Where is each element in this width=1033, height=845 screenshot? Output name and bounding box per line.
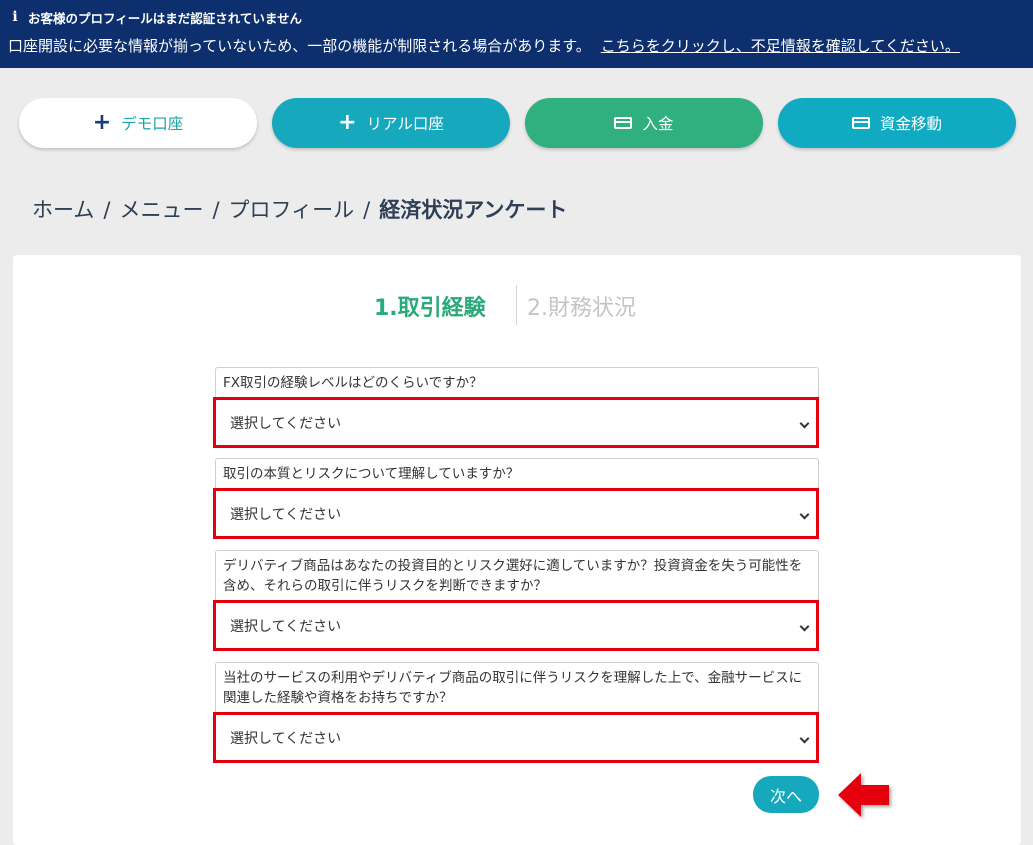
notice-message: 口座開設に必要な情報が揃っていないため、一部の機能が制限される場合があります。 xyxy=(8,37,591,55)
real-account-button[interactable]: + リアル口座 xyxy=(272,98,510,148)
select-value: 選択してください xyxy=(230,415,342,432)
demo-account-button[interactable]: + デモ口座 xyxy=(19,98,257,148)
select-value: 選択してください xyxy=(230,618,342,635)
question-fx-experience: FX取引の経験レベルはどのくらいですか？ 選択してください xyxy=(213,367,819,448)
fx-experience-select[interactable]: 選択してください xyxy=(213,397,819,448)
chevron-down-icon xyxy=(799,733,810,744)
red-arrow-pointer-icon xyxy=(838,773,889,817)
step-divider xyxy=(516,285,517,325)
deposit-label: 入金 xyxy=(642,115,674,133)
question-risk-understanding: 取引の本質とリスクについて理解していますか？ 選択してください xyxy=(213,458,819,539)
deposit-button[interactable]: 入金 xyxy=(525,98,763,148)
credit-card-icon xyxy=(851,117,870,129)
questionnaire-panel: 1.取引経験 2.財務状況 FX取引の経験レベルはどのくらいですか？ 選択してく… xyxy=(13,255,1021,845)
plus-icon: + xyxy=(338,110,357,135)
fund-transfer-label: 資金移動 xyxy=(879,115,942,133)
breadcrumb-current: 経済状況アンケート xyxy=(379,198,568,222)
risk-understanding-select[interactable]: 選択してください xyxy=(213,488,819,539)
select-value: 選択してください xyxy=(230,506,342,523)
question-label: FX取引の経験レベルはどのくらいですか？ xyxy=(215,367,819,397)
breadcrumb: ホーム / メニュー / プロフィール / 経済状況アンケート xyxy=(32,194,567,224)
chevron-down-icon xyxy=(799,509,810,520)
step-indicator: 1.取引経験 2.財務状況 xyxy=(13,285,1021,329)
profile-notice-banner: i お客様のプロフィールはまだ認証されていません 口座開設に必要な情報が揃ってい… xyxy=(0,0,1033,68)
question-label: デリバティブ商品はあなたの投資目的とリスク選好に適していますか？投資資金を失う可… xyxy=(215,550,819,600)
plus-icon: + xyxy=(92,110,112,135)
question-label: 取引の本質とリスクについて理解していますか？ xyxy=(215,458,819,488)
real-account-label: リアル口座 xyxy=(366,115,444,133)
question-qualifications: 当社のサービスの利用やデリバティブ商品の取引に伴うリスクを理解した上で、金融サー… xyxy=(213,662,819,763)
breadcrumb-home[interactable]: ホーム xyxy=(32,198,94,222)
info-icon: i xyxy=(12,9,18,25)
step-trading-experience: 1.取引経験 xyxy=(374,296,486,321)
breadcrumb-profile[interactable]: プロフィール xyxy=(229,198,355,222)
next-button[interactable]: 次へ xyxy=(753,776,819,813)
chevron-down-icon xyxy=(799,418,810,429)
question-derivative-suitability: デリバティブ商品はあなたの投資目的とリスク選好に適していますか？投資資金を失う可… xyxy=(213,550,819,651)
breadcrumb-separator: / xyxy=(363,198,371,222)
missing-info-link[interactable]: こちらをクリックし、不足情報を確認してください。 xyxy=(601,37,960,55)
breadcrumb-separator: / xyxy=(103,198,111,222)
fund-transfer-button[interactable]: 資金移動 xyxy=(778,98,1016,148)
credit-card-icon xyxy=(614,117,633,129)
breadcrumb-separator: / xyxy=(212,198,220,222)
notice-title-row: i お客様のプロフィールはまだ認証されていません xyxy=(8,7,1025,27)
demo-account-label: デモ口座 xyxy=(121,115,184,133)
action-buttons: + デモ口座 + リアル口座 入金 資金移動 xyxy=(19,98,1016,150)
derivative-suitability-select[interactable]: 選択してください xyxy=(213,600,819,651)
breadcrumb-menu[interactable]: メニュー xyxy=(119,198,203,222)
notice-body: 口座開設に必要な情報が揃っていないため、一部の機能が制限される場合があります。こ… xyxy=(8,35,1025,56)
chevron-down-icon xyxy=(799,621,810,632)
qualifications-select[interactable]: 選択してください xyxy=(213,712,819,763)
notice-title: お客様のプロフィールはまだ認証されていません xyxy=(28,10,303,26)
question-label: 当社のサービスの利用やデリバティブ商品の取引に伴うリスクを理解した上で、金融サー… xyxy=(215,662,819,712)
step-financial-status: 2.財務状況 xyxy=(527,296,636,321)
select-value: 選択してください xyxy=(230,730,342,747)
